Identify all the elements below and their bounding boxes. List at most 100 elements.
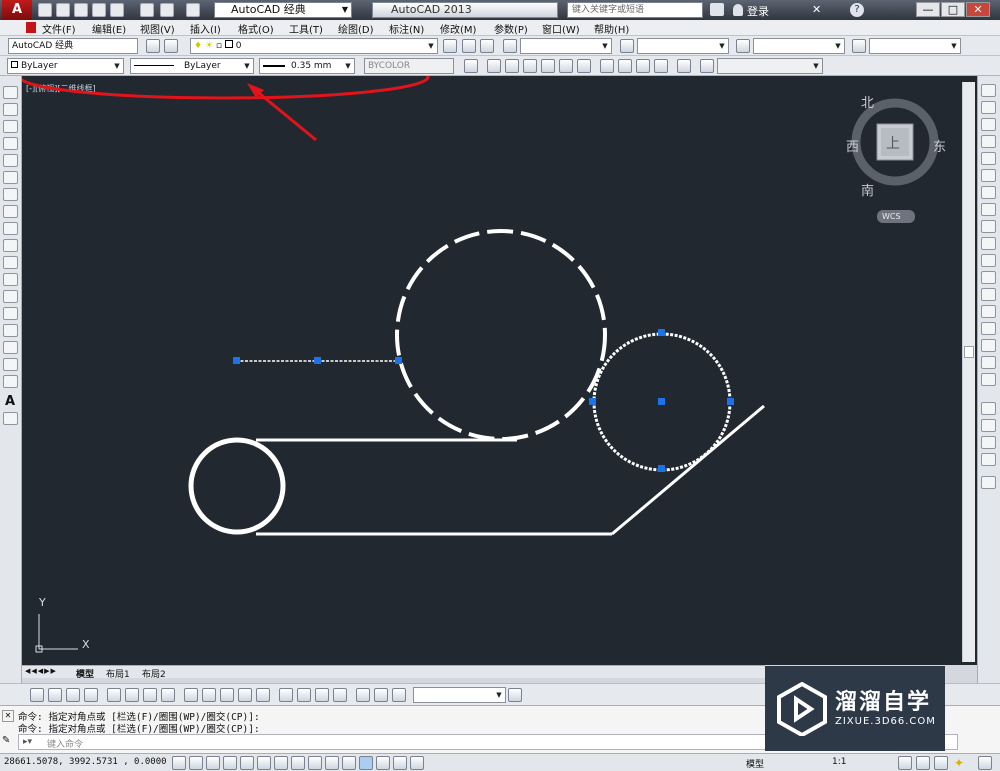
- layer-combo[interactable]: ♦ ☀ ▫ 0 ▼: [190, 38, 438, 54]
- fillet-icon[interactable]: [981, 339, 996, 352]
- viewcube-north[interactable]: 北: [861, 92, 874, 111]
- viewcube-east[interactable]: 东: [933, 136, 946, 155]
- tab-layout2[interactable]: 布局2: [142, 667, 166, 680]
- break-at-point-icon[interactable]: [981, 271, 996, 284]
- ortho-mode-icon[interactable]: [223, 756, 237, 770]
- menu-insert[interactable]: 插入(I): [190, 21, 221, 36]
- ellipse-icon[interactable]: [3, 239, 18, 252]
- wrench-icon[interactable]: ✎: [2, 735, 14, 749]
- draworder-above-icon[interactable]: [981, 436, 996, 449]
- circle-icon[interactable]: [3, 188, 18, 201]
- otrack-icon[interactable]: [291, 756, 305, 770]
- scale-icon[interactable]: [981, 203, 996, 216]
- polygon-icon[interactable]: [3, 137, 18, 150]
- coordinates-readout[interactable]: 28661.5078, 3992.5731 , 0.0000: [4, 757, 167, 767]
- viewcube-south[interactable]: 南: [861, 180, 874, 199]
- right-view-icon[interactable]: [541, 59, 555, 73]
- menu-parametric[interactable]: 参数(P): [494, 21, 528, 36]
- join-icon[interactable]: [981, 305, 996, 318]
- close-icon[interactable]: ✕: [2, 710, 14, 722]
- 3d-osnap-icon[interactable]: [274, 756, 288, 770]
- spline-icon[interactable]: [3, 222, 18, 235]
- tab-model[interactable]: 模型: [76, 667, 94, 680]
- baseline-dim-icon[interactable]: [202, 688, 216, 702]
- extend-icon[interactable]: [981, 254, 996, 267]
- radius-dim-icon[interactable]: [107, 688, 121, 702]
- inspect-icon[interactable]: [315, 688, 329, 702]
- table-style-combo[interactable]: ▼: [753, 38, 845, 54]
- snap-mode-icon[interactable]: [189, 756, 203, 770]
- draworder-back-icon[interactable]: [981, 419, 996, 432]
- layer-states-icon[interactable]: [480, 39, 494, 53]
- blend-curves-icon[interactable]: [981, 356, 996, 369]
- nw-iso-icon[interactable]: [654, 59, 668, 73]
- text-style-icon[interactable]: [503, 39, 517, 53]
- user-icon[interactable]: [733, 4, 743, 16]
- multileader-style-combo[interactable]: ▼: [869, 38, 961, 54]
- annotation-monitor-icon[interactable]: [410, 756, 424, 770]
- viewcube-face-label[interactable]: 上: [886, 133, 900, 153]
- save-icon[interactable]: [74, 3, 88, 17]
- dim-edit-icon[interactable]: [356, 688, 370, 702]
- selection-cycling-icon[interactable]: [393, 756, 407, 770]
- top-view-icon[interactable]: [487, 59, 501, 73]
- add-selected-icon[interactable]: [3, 412, 18, 425]
- arc-icon[interactable]: [3, 171, 18, 184]
- linear-dim-icon[interactable]: [30, 688, 44, 702]
- drawing-canvas[interactable]: [-][俯视][二维线框] 北 南 东 西 上 WCS Y X: [22, 76, 977, 665]
- chamfer-icon[interactable]: [981, 322, 996, 335]
- make-block-icon[interactable]: [3, 290, 18, 303]
- dim-break-icon[interactable]: [256, 688, 270, 702]
- tolerance-icon[interactable]: [279, 688, 293, 702]
- menu-dimension[interactable]: 标注(N): [389, 21, 424, 36]
- dim-style-icon[interactable]: [508, 688, 522, 702]
- menu-tools[interactable]: 工具(T): [289, 21, 323, 36]
- workspace-switch-icon[interactable]: [898, 756, 912, 770]
- tab-nav-arrows[interactable]: ◀◀◀▶▶: [25, 667, 70, 677]
- center-mark-icon[interactable]: [297, 688, 311, 702]
- infer-constraints-icon[interactable]: [172, 756, 186, 770]
- copy-icon[interactable]: [981, 101, 996, 114]
- menu-view[interactable]: 视图(V): [140, 21, 175, 36]
- back-view-icon[interactable]: [577, 59, 591, 73]
- jogged-linear-icon[interactable]: [333, 688, 347, 702]
- open-file-icon[interactable]: [56, 3, 70, 17]
- menu-format[interactable]: 格式(O): [238, 21, 274, 36]
- workspace-combo[interactable]: AutoCAD 经典: [8, 38, 138, 54]
- lineweight-combo[interactable]: 0.35 mm ▼: [259, 58, 355, 74]
- new-file-icon[interactable]: [38, 3, 52, 17]
- search-input[interactable]: 键入关键字或短语: [567, 2, 703, 18]
- lock-ui-icon[interactable]: [916, 756, 930, 770]
- wcs-label[interactable]: WCS: [882, 212, 901, 221]
- aligned-dim-icon[interactable]: [48, 688, 62, 702]
- draworder-front-icon[interactable]: [981, 402, 996, 415]
- menu-edit[interactable]: 编辑(E): [92, 21, 126, 36]
- left-view-icon[interactable]: [523, 59, 537, 73]
- hatch-icon[interactable]: [3, 324, 18, 337]
- mirror-icon[interactable]: [981, 118, 996, 131]
- annotation-scale[interactable]: 1:1: [832, 757, 846, 767]
- dim-text-edit-icon[interactable]: [374, 688, 388, 702]
- dim-style-icon[interactable]: [620, 39, 634, 53]
- model-space-label[interactable]: 模型: [746, 757, 764, 770]
- text-style-combo[interactable]: ▼: [520, 38, 612, 54]
- revision-cloud-icon[interactable]: [3, 205, 18, 218]
- table-icon[interactable]: [3, 375, 18, 388]
- minimize-button[interactable]: —: [916, 2, 940, 17]
- autocad-logo-icon[interactable]: A: [2, 0, 32, 20]
- text-front-icon[interactable]: [981, 476, 996, 489]
- publish-icon[interactable]: [110, 3, 124, 17]
- diameter-dim-icon[interactable]: [143, 688, 157, 702]
- clean-screen-icon[interactable]: [978, 756, 992, 770]
- quick-properties-icon[interactable]: [376, 756, 390, 770]
- gradient-icon[interactable]: [3, 341, 18, 354]
- polyline-icon[interactable]: [3, 120, 18, 133]
- jogged-dim-icon[interactable]: [125, 688, 139, 702]
- camera-icon[interactable]: [677, 59, 691, 73]
- grid-display-icon[interactable]: [206, 756, 220, 770]
- dim-update-icon[interactable]: [392, 688, 406, 702]
- print-icon[interactable]: [140, 3, 154, 17]
- angular-dim-icon[interactable]: [161, 688, 175, 702]
- polar-tracking-icon[interactable]: [240, 756, 254, 770]
- stretch-icon[interactable]: [981, 220, 996, 233]
